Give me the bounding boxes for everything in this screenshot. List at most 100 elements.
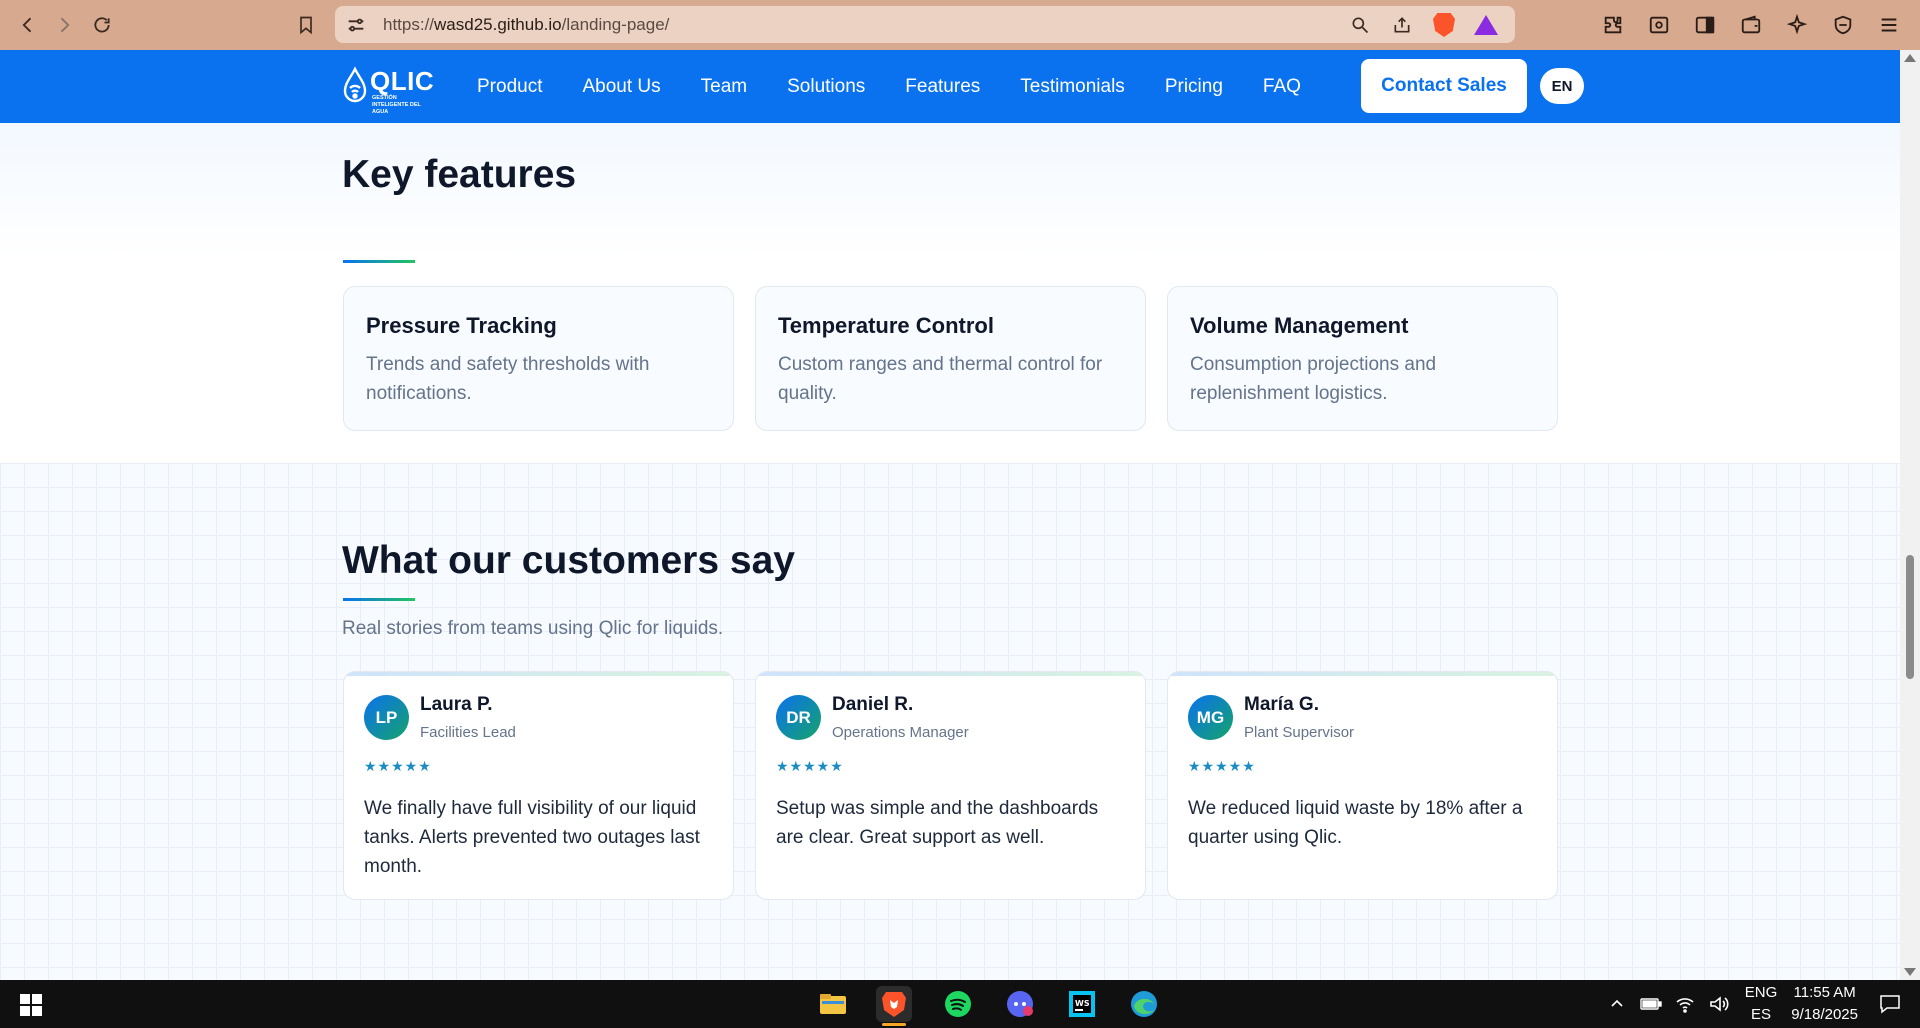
language-button[interactable]: EN: [1540, 68, 1584, 104]
url-path: /landing-page/: [561, 15, 670, 34]
back-icon[interactable]: [14, 11, 42, 39]
avatar: MG: [1188, 695, 1233, 740]
browser-toolbar: https://wasd25.github.io/landing-page/: [0, 0, 1920, 50]
system-tray: ENG ES 11:55 AM 9/18/2025: [1605, 980, 1920, 1028]
clock[interactable]: 11:55 AM 9/18/2025: [1791, 982, 1858, 1026]
menu-icon[interactable]: [1874, 10, 1904, 40]
scroll-down-arrow[interactable]: [1904, 968, 1916, 976]
testimonial-name: Laura P.: [420, 694, 493, 715]
brave-browser-icon[interactable]: [876, 986, 912, 1026]
taskbar: WS ENG ES 11:55 AM 9/18/2025: [0, 980, 1920, 1028]
star-rating: ★★★★★: [1188, 758, 1256, 774]
language-code: ENG: [1744, 984, 1778, 1001]
feature-card: Volume Management Consumption projection…: [1167, 286, 1558, 431]
testimonials-subtitle: Real stories from teams using Qlic for l…: [342, 618, 724, 639]
page-viewport: QLIC GESTIÓN INTELIGENTE DEL AGUA Produc…: [0, 50, 1900, 980]
testimonial-card: MG María G. Plant Supervisor ★★★★★ We re…: [1167, 671, 1558, 900]
active-app-indicator: [882, 1023, 906, 1026]
nav-product[interactable]: Product: [477, 76, 542, 98]
tab-search-icon[interactable]: [1644, 10, 1674, 40]
url-host: wasd25.github.io: [434, 15, 562, 34]
leo-ai-icon[interactable]: [1782, 10, 1812, 40]
feature-card: Temperature Control Custom ranges and th…: [755, 286, 1146, 431]
card-accent-line: [756, 672, 1145, 676]
qlic-logo[interactable]: QLIC GESTIÓN INTELIGENTE DEL AGUA: [342, 64, 437, 115]
water-drop-icon: [343, 66, 367, 103]
forward-icon[interactable]: [50, 11, 78, 39]
address-bar[interactable]: https://wasd25.github.io/landing-page/: [335, 6, 1515, 43]
features-title: Key features: [342, 153, 577, 196]
share-icon[interactable]: [1389, 12, 1415, 38]
testimonial-card: LP Laura P. Facilities Lead ★★★★★ We fin…: [343, 671, 734, 900]
testimonials-title: What our customers say: [342, 539, 795, 582]
contact-sales-button[interactable]: Contact Sales: [1361, 59, 1527, 113]
feature-title: Pressure Tracking: [366, 313, 557, 338]
feature-title: Temperature Control: [778, 313, 994, 338]
scroll-up-arrow[interactable]: [1904, 54, 1916, 62]
testimonial-card: DR Daniel R. Operations Manager ★★★★★ Se…: [755, 671, 1146, 900]
windows-start-icon[interactable]: [20, 994, 42, 1016]
sidebar-icon[interactable]: [1690, 10, 1720, 40]
url-text[interactable]: https://wasd25.github.io/landing-page/: [383, 15, 669, 35]
site-settings-icon[interactable]: [345, 14, 367, 36]
brave-lion-glyph: [1433, 13, 1455, 37]
testimonial-name: Daniel R.: [832, 694, 914, 715]
keyboard-layout: ES: [1751, 1006, 1772, 1023]
wallet-icon[interactable]: [1736, 10, 1766, 40]
brave-shields-icon[interactable]: [1431, 12, 1457, 38]
testimonial-name: María G.: [1244, 694, 1319, 715]
bookmark-icon[interactable]: [292, 11, 320, 39]
feature-description: Trends and safety thresholds with notifi…: [366, 354, 650, 404]
chevron-up-icon[interactable]: [1605, 992, 1629, 1016]
testimonial-quote: We finally have full visibility of our l…: [364, 798, 700, 877]
testimonials-title-underline: [343, 598, 415, 601]
discord-icon[interactable]: [1002, 986, 1038, 1022]
vpn-icon[interactable]: [1828, 10, 1858, 40]
volume-icon[interactable]: [1707, 992, 1731, 1016]
input-language[interactable]: ENG ES: [1745, 982, 1778, 1026]
nav-team[interactable]: Team: [701, 76, 747, 98]
nav-features[interactable]: Features: [905, 76, 980, 98]
main-menu: Product About Us Team Solutions Features…: [477, 50, 1341, 123]
feature-card: Pressure Tracking Trends and safety thre…: [343, 286, 734, 431]
page-scrollbar[interactable]: [1900, 50, 1920, 980]
logo-tagline: GESTIÓN INTELIGENTE DEL AGUA: [372, 95, 421, 115]
testimonial-role: Operations Manager: [832, 724, 969, 741]
scroll-thumb[interactable]: [1906, 555, 1914, 679]
url-prefix: https://: [383, 15, 435, 34]
nav-solutions[interactable]: Solutions: [787, 76, 865, 98]
nav-faq[interactable]: FAQ: [1263, 76, 1301, 98]
testimonial-role: Facilities Lead: [420, 724, 516, 741]
nav-pricing[interactable]: Pricing: [1165, 76, 1223, 98]
spotify-icon[interactable]: [940, 986, 976, 1022]
extensions-icon[interactable]: [1598, 10, 1628, 40]
site-header: QLIC GESTIÓN INTELIGENTE DEL AGUA Produc…: [0, 50, 1900, 123]
zoom-icon[interactable]: [1347, 12, 1373, 38]
nav-about-us[interactable]: About Us: [582, 76, 660, 98]
reload-icon[interactable]: [88, 11, 116, 39]
rewards-triangle-glyph: [1474, 15, 1498, 35]
testimonial-role: Plant Supervisor: [1244, 724, 1355, 741]
wifi-icon[interactable]: [1673, 992, 1697, 1016]
edge-icon[interactable]: [1126, 986, 1162, 1022]
feature-description: Custom ranges and thermal control for qu…: [778, 354, 1103, 404]
nav-testimonials[interactable]: Testimonials: [1020, 76, 1125, 98]
card-accent-line: [1168, 672, 1557, 676]
webstorm-icon[interactable]: WS: [1064, 986, 1100, 1022]
svg-text:WS: WS: [1075, 999, 1090, 1008]
testimonial-quote: Setup was simple and the dashboards are …: [776, 798, 1099, 848]
avatar: DR: [776, 695, 821, 740]
clock-time: 11:55 AM: [1793, 984, 1856, 1001]
notification-icon[interactable]: [1878, 992, 1902, 1016]
testimonials-section: What our customers say Real stories from…: [0, 463, 1900, 980]
card-accent-line: [344, 672, 733, 676]
feature-title: Volume Management: [1190, 313, 1409, 338]
features-section: Key features Pressure Tracking Trends an…: [0, 123, 1900, 463]
file-explorer-icon[interactable]: [815, 986, 851, 1022]
avatar: LP: [364, 695, 409, 740]
battery-icon[interactable]: [1639, 992, 1663, 1016]
brave-rewards-icon[interactable]: [1473, 12, 1499, 38]
feature-description: Consumption projections and replenishmen…: [1190, 354, 1437, 404]
star-rating: ★★★★★: [364, 758, 432, 774]
testimonial-quote: We reduced liquid waste by 18% after a q…: [1188, 798, 1523, 848]
